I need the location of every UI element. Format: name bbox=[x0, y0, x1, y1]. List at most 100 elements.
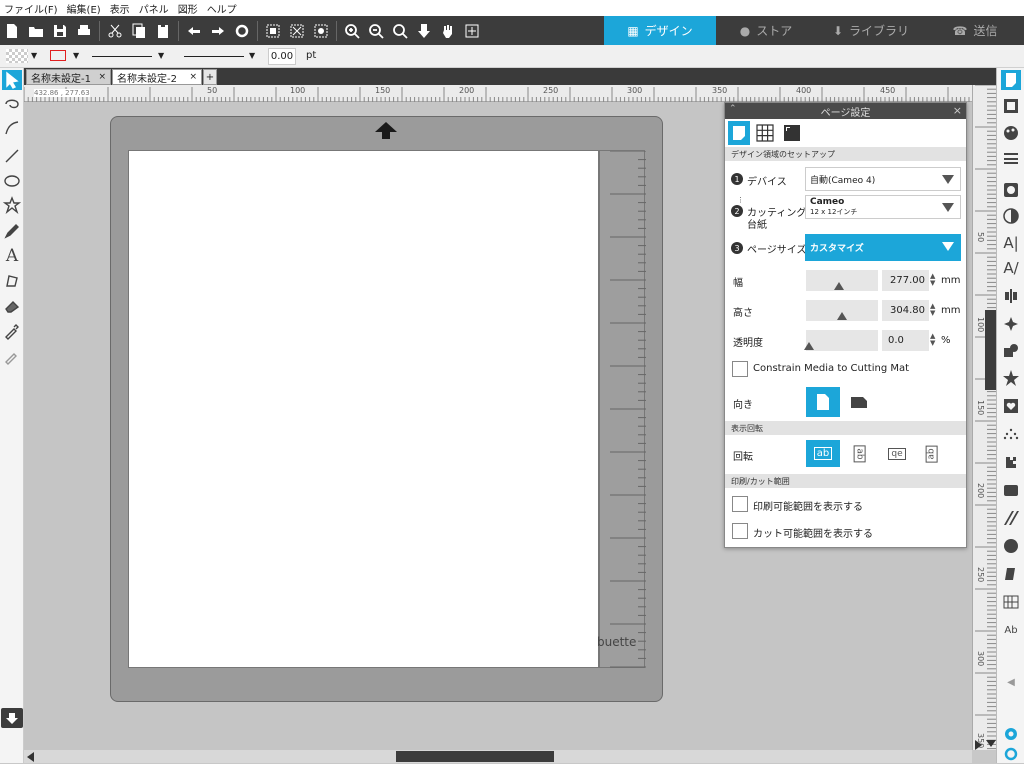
line-join-dropdown-icon[interactable]: ▼ bbox=[249, 51, 255, 60]
eraser-tool[interactable] bbox=[2, 296, 22, 316]
line-join-sample[interactable] bbox=[184, 56, 244, 57]
portrait-button[interactable] bbox=[806, 387, 840, 417]
menu-file[interactable]: ファイル(F) bbox=[4, 1, 58, 16]
close-icon[interactable]: × bbox=[98, 72, 106, 82]
zoom-select-icon[interactable] bbox=[388, 19, 412, 43]
fill-color-button[interactable] bbox=[1001, 123, 1021, 143]
dropper-tool[interactable] bbox=[2, 346, 22, 366]
transform-button[interactable] bbox=[1001, 341, 1021, 361]
print-icon[interactable] bbox=[72, 19, 96, 43]
group-icon[interactable] bbox=[261, 19, 285, 43]
zoom-in-icon[interactable] bbox=[340, 19, 364, 43]
emboss-button[interactable] bbox=[1001, 564, 1021, 584]
tab-send[interactable]: ☎ 送信 bbox=[926, 16, 1024, 45]
opacity-slider[interactable] bbox=[804, 330, 878, 351]
fit-page-icon[interactable] bbox=[460, 19, 484, 43]
transparency-button[interactable] bbox=[1001, 206, 1021, 226]
menu-help[interactable]: ヘルプ bbox=[207, 1, 237, 16]
opacity-input[interactable]: 0.0 bbox=[882, 330, 929, 351]
rotate-270-button[interactable]: ab bbox=[915, 440, 949, 467]
paste-icon[interactable] bbox=[151, 19, 175, 43]
ellipse-tool[interactable] bbox=[2, 171, 22, 191]
close-icon[interactable]: × bbox=[189, 72, 197, 82]
save-icon[interactable] bbox=[48, 19, 72, 43]
landscape-button[interactable] bbox=[849, 392, 869, 412]
add-tab-button[interactable]: + bbox=[203, 69, 217, 85]
align-button[interactable] bbox=[1001, 286, 1021, 306]
menu-panel[interactable]: パネル bbox=[139, 1, 169, 16]
redo-icon[interactable] bbox=[206, 19, 230, 43]
replicate-button[interactable] bbox=[1001, 314, 1021, 334]
sync-button[interactable] bbox=[1001, 744, 1021, 764]
copy-icon[interactable] bbox=[127, 19, 151, 43]
panel-tab-registration[interactable] bbox=[782, 123, 802, 143]
select-tool[interactable] bbox=[2, 70, 22, 90]
doc-tab-2[interactable]: 名称未設定-2 × bbox=[112, 69, 202, 85]
line-style-button[interactable] bbox=[1001, 148, 1021, 168]
zoom-out-icon[interactable] bbox=[364, 19, 388, 43]
scroll-right-icon[interactable] bbox=[975, 740, 982, 750]
device-select[interactable]: 自動(Cameo 4) bbox=[805, 167, 961, 191]
page-size-select[interactable]: カスタマイズ bbox=[805, 234, 961, 261]
collapse-panel-icon[interactable]: ⌃ bbox=[729, 104, 737, 114]
curve-tool[interactable] bbox=[2, 118, 22, 138]
eyedropper-tool[interactable] bbox=[2, 321, 22, 341]
move-down-icon[interactable] bbox=[412, 19, 436, 43]
close-icon[interactable]: × bbox=[953, 104, 962, 117]
scroll-down-icon[interactable] bbox=[986, 740, 996, 747]
panel-tab-grid[interactable] bbox=[755, 123, 775, 143]
new-file-icon[interactable] bbox=[0, 19, 24, 43]
undo-icon[interactable] bbox=[182, 19, 206, 43]
panel-tab-page[interactable] bbox=[728, 121, 750, 145]
offset-button[interactable] bbox=[1001, 396, 1021, 416]
pencil-tool[interactable] bbox=[2, 221, 22, 241]
registration-button[interactable] bbox=[1001, 96, 1021, 116]
line-width-input[interactable]: 0.00 bbox=[268, 48, 296, 65]
text-style-button[interactable]: A| bbox=[1001, 233, 1021, 253]
refresh-icon[interactable] bbox=[230, 19, 254, 43]
point-edit-tool[interactable] bbox=[2, 94, 22, 114]
line-style-dropdown-icon[interactable]: ▼ bbox=[158, 51, 164, 60]
width-stepper[interactable]: ▲ ▼ bbox=[930, 273, 935, 287]
tab-store[interactable]: ● ストア bbox=[716, 16, 816, 45]
show-print-area-checkbox[interactable] bbox=[732, 496, 748, 512]
line-style-sample[interactable] bbox=[92, 56, 152, 57]
rotate-180-button[interactable]: qe bbox=[880, 440, 914, 467]
height-stepper[interactable]: ▲ ▼ bbox=[930, 303, 935, 317]
ball-button[interactable] bbox=[1001, 536, 1021, 556]
slider-handle[interactable] bbox=[804, 342, 814, 350]
opacity-stepper[interactable]: ▲ ▼ bbox=[930, 333, 935, 347]
line-color-swatch[interactable] bbox=[50, 50, 66, 61]
vertical-scroll-thumb[interactable] bbox=[985, 310, 996, 390]
fill-pattern-swatch[interactable] bbox=[6, 49, 28, 63]
collapse-icon[interactable]: ◀ bbox=[1001, 672, 1021, 692]
sketch-button[interactable] bbox=[1001, 508, 1021, 528]
import-button[interactable] bbox=[1, 708, 23, 728]
star-tool[interactable] bbox=[2, 195, 22, 215]
height-input[interactable]: 304.80 bbox=[882, 300, 929, 321]
width-slider[interactable] bbox=[806, 270, 878, 291]
scroll-thumb[interactable] bbox=[396, 751, 554, 762]
image-fill-button[interactable] bbox=[1001, 180, 1021, 200]
pixscan-button[interactable] bbox=[1001, 452, 1021, 472]
tab-design[interactable]: ▦ デザイン bbox=[604, 16, 716, 45]
slider-handle[interactable] bbox=[837, 312, 847, 320]
text-path-button[interactable]: A/ bbox=[1001, 258, 1021, 278]
show-cut-area-checkbox[interactable] bbox=[732, 523, 748, 539]
cutting-mat-select[interactable]: Cameo 12 x 12インチ bbox=[805, 195, 961, 219]
rotate-90-button[interactable]: ab bbox=[843, 440, 877, 467]
warp-button[interactable] bbox=[1001, 592, 1021, 612]
height-slider[interactable] bbox=[806, 300, 878, 321]
line-tool[interactable] bbox=[2, 146, 22, 166]
cut-icon[interactable] bbox=[103, 19, 127, 43]
menu-view[interactable]: 表示 bbox=[110, 1, 130, 16]
fill-dropdown-icon[interactable]: ▼ bbox=[31, 51, 37, 60]
ungroup-icon[interactable] bbox=[285, 19, 309, 43]
trace-button[interactable] bbox=[1001, 425, 1021, 445]
font-button[interactable]: Ab bbox=[1001, 620, 1021, 640]
design-page[interactable] bbox=[128, 150, 599, 668]
print-cut-button[interactable] bbox=[1001, 480, 1021, 500]
menu-edit[interactable]: 編集(E) bbox=[67, 1, 101, 16]
width-input[interactable]: 277.00 bbox=[882, 270, 929, 291]
doc-tab-1[interactable]: 名称未設定-1 × bbox=[26, 69, 111, 85]
